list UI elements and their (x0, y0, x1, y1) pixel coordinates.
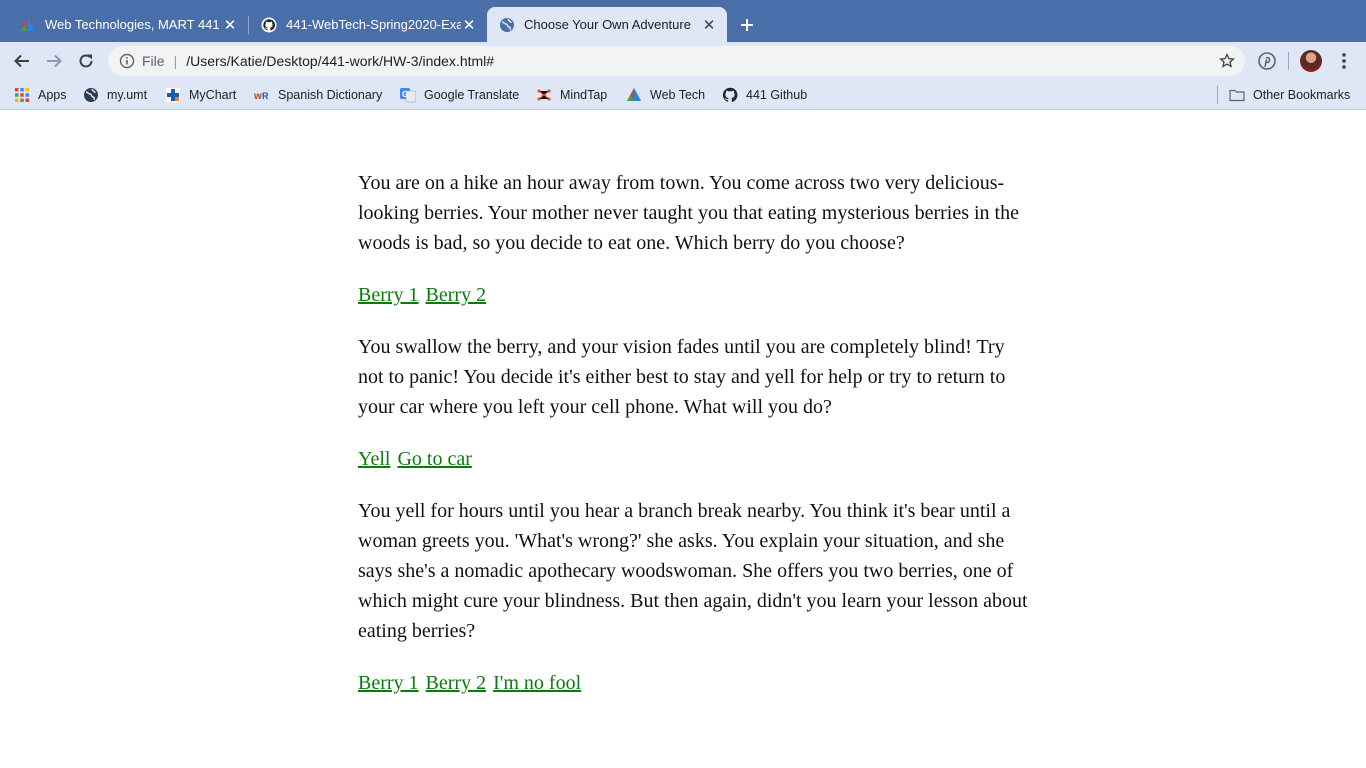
tab-strip: Web Technologies, MART 441 | ✕ 441-WebTe… (0, 0, 1366, 42)
apps-grid-icon (14, 87, 30, 103)
mychart-cross-icon (165, 87, 181, 103)
bookmark-label: Apps (38, 88, 67, 102)
close-tab-icon[interactable]: ✕ (701, 17, 717, 33)
other-bookmarks-label: Other Bookmarks (1253, 88, 1350, 102)
im-no-fool-link[interactable]: I'm no fool (493, 672, 581, 694)
reload-button[interactable] (74, 49, 98, 73)
profile-avatar[interactable] (1300, 50, 1322, 72)
svg-text:R: R (262, 91, 269, 101)
choice-group-3: Berry 1 Berry 2 I'm no fool (358, 668, 1028, 698)
close-tab-icon[interactable]: ✕ (222, 17, 238, 33)
scheme-label: File (142, 53, 165, 69)
bookmark-label: Spanish Dictionary (278, 88, 382, 102)
bookmark-google-translate[interactable]: G Google Translate (400, 86, 519, 104)
mindtap-icon (536, 87, 552, 103)
reload-icon (77, 52, 95, 70)
bookmarks-divider (1217, 86, 1218, 104)
pinterest-icon[interactable] (1256, 50, 1278, 72)
google-translate-icon: G (400, 87, 416, 103)
svg-text:w: w (254, 91, 262, 102)
bookmark-apps[interactable]: Apps (14, 86, 67, 104)
tab-web-technologies[interactable]: Web Technologies, MART 441 | ✕ (8, 7, 248, 42)
bookmark-label: MyChart (189, 88, 236, 102)
berry-2-link[interactable]: Berry 2 (426, 284, 487, 306)
bookmark-label: MindTap (560, 88, 607, 102)
browser-toolbar: File | /Users/Katie/Desktop/441-work/HW-… (0, 42, 1366, 80)
bookmark-star-icon[interactable] (1219, 53, 1235, 69)
bookmark-mindtap[interactable]: MindTap (536, 86, 607, 104)
globe-icon (499, 17, 515, 33)
tab-title: 441-WebTech-Spring2020-Exa (286, 17, 461, 32)
bookmark-label: Google Translate (424, 88, 519, 102)
bookmark-my-umt[interactable]: my.umt (83, 86, 147, 104)
tab-choose-your-own-adventure[interactable]: Choose Your Own Adventure ✕ (487, 7, 727, 42)
bookmark-441-github[interactable]: 441 Github (722, 86, 807, 104)
story-paragraph-1: You are on a hike an hour away from town… (358, 168, 1028, 258)
wordreference-icon: wR (254, 87, 270, 103)
folder-icon (1229, 87, 1245, 103)
svg-text:G: G (402, 90, 408, 99)
github-icon (722, 87, 738, 103)
github-icon (261, 17, 277, 33)
tab-title: Web Technologies, MART 441 | (45, 17, 222, 32)
close-tab-icon[interactable]: ✕ (461, 17, 477, 33)
forward-button[interactable] (42, 49, 66, 73)
go-to-car-link[interactable]: Go to car (397, 448, 471, 470)
back-button[interactable] (10, 49, 34, 73)
arrow-right-icon (45, 52, 63, 70)
toolbar-divider (1288, 52, 1289, 70)
arrow-left-icon (13, 52, 31, 70)
story-paragraph-2: You swallow the berry, and your vision f… (358, 332, 1028, 422)
choice-group-1: Berry 1 Berry 2 (358, 280, 1028, 310)
tab-title: Choose Your Own Adventure (524, 17, 701, 32)
info-icon[interactable] (119, 53, 135, 69)
colorful-triangle-icon (626, 87, 642, 103)
new-tab-button[interactable] (736, 14, 758, 36)
bookmark-mychart[interactable]: MyChart (165, 86, 236, 104)
bookmark-label: Web Tech (650, 88, 705, 102)
bookmark-label: my.umt (107, 88, 147, 102)
story-content: You are on a hike an hour away from town… (358, 168, 1028, 720)
address-bar[interactable]: File | /Users/Katie/Desktop/441-work/HW-… (108, 46, 1245, 76)
plus-icon (736, 14, 758, 36)
choice-group-2: Yell Go to car (358, 444, 1028, 474)
berry-1-link[interactable]: Berry 1 (358, 284, 419, 306)
colorful-triangle-icon (20, 17, 36, 33)
globe-icon (83, 87, 99, 103)
bookmark-label: 441 Github (746, 88, 807, 102)
bookmarks-bar: Apps my.umt MyChart wR Spanish Dictionar… (0, 80, 1366, 110)
url-text[interactable]: /Users/Katie/Desktop/441-work/HW-3/index… (186, 53, 494, 69)
more-vertical-icon[interactable] (1335, 50, 1353, 72)
berry-1-link[interactable]: Berry 1 (358, 672, 419, 694)
tab-github-repo[interactable]: 441-WebTech-Spring2020-Exa ✕ (249, 7, 487, 42)
story-paragraph-3: You yell for hours until you hear a bran… (358, 496, 1028, 646)
yell-link[interactable]: Yell (358, 448, 390, 470)
berry-2-link[interactable]: Berry 2 (426, 672, 487, 694)
bookmark-web-tech[interactable]: Web Tech (626, 86, 705, 104)
other-bookmarks[interactable]: Other Bookmarks (1229, 86, 1350, 104)
bookmark-spanish-dictionary[interactable]: wR Spanish Dictionary (254, 86, 382, 104)
address-divider: | (174, 53, 178, 69)
